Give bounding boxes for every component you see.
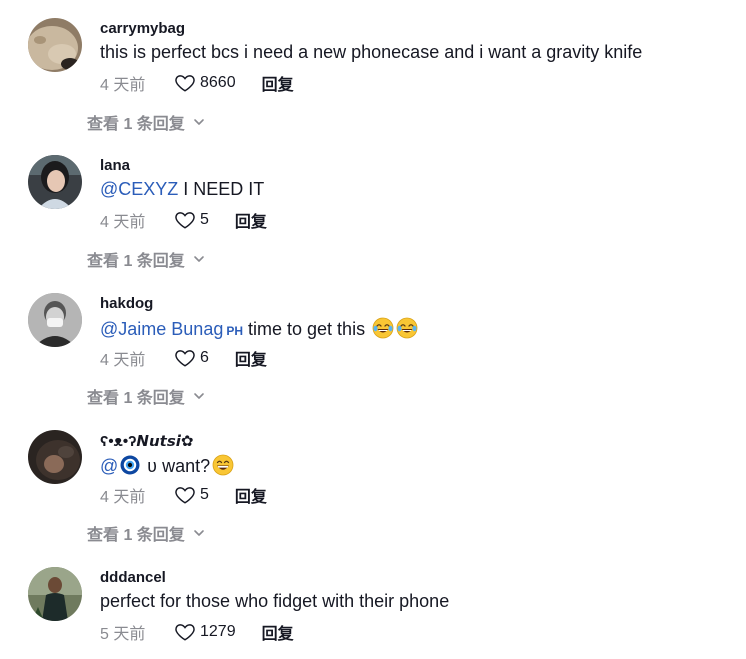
- view-replies-label: 查看 1 条回复: [87, 390, 185, 407]
- timestamp: 4 天前: [100, 77, 146, 94]
- timestamp: 4 天前: [100, 489, 146, 506]
- view-replies-button[interactable]: 查看 1 条回复: [87, 522, 206, 544]
- username[interactable]: carrymybag: [100, 20, 185, 37]
- comments-panel: carrymybag this is perfect bcs i need a …: [0, 0, 746, 659]
- like-count: 1279: [200, 623, 236, 640]
- heart-outline-icon: [175, 75, 195, 92]
- avatar[interactable]: [28, 567, 82, 621]
- chevron-down-icon: [193, 119, 204, 125]
- avatar[interactable]: [28, 430, 82, 484]
- comment-meta: 4 天前 8660 回复: [100, 71, 294, 95]
- username[interactable]: dddancel: [100, 569, 166, 586]
- comment-meta: 4 天前 5 回复: [100, 208, 267, 232]
- view-replies-label: 查看 1 条回复: [87, 253, 185, 270]
- mention-link[interactable]: @CEXYZ: [100, 179, 178, 199]
- heart-outline-icon: [175, 212, 195, 229]
- like-button[interactable]: 5: [174, 209, 209, 231]
- comment-body: time to get this: [243, 319, 371, 339]
- heart-outline-icon: [175, 487, 195, 504]
- tears-of-joy-emoji: [372, 317, 394, 339]
- mention-link[interactable]: @: [100, 456, 118, 476]
- like-count: 5: [200, 211, 209, 228]
- timestamp: 4 天前: [100, 352, 146, 369]
- grinning-emoji: [212, 454, 234, 476]
- comment-text: @ ʋ want?: [100, 454, 234, 477]
- reply-button[interactable]: 回复: [235, 346, 267, 370]
- comment-text: @CEXYZ I NEED IT: [100, 179, 264, 200]
- view-replies-button[interactable]: 查看 1 条回复: [87, 111, 206, 133]
- like-button[interactable]: 1279: [174, 621, 236, 643]
- comment-text: this is perfect bcs i need a new phoneca…: [100, 42, 643, 62]
- heart-outline-icon: [175, 350, 195, 367]
- tears-of-joy-emoji: [396, 317, 418, 339]
- nazar-amulet-emoji: [120, 455, 140, 475]
- reply-button[interactable]: 回复: [235, 483, 267, 507]
- chevron-down-icon: [193, 393, 204, 399]
- reply-button[interactable]: 回复: [262, 71, 294, 95]
- avatar[interactable]: [28, 155, 82, 209]
- timestamp: 5 天前: [100, 626, 146, 643]
- like-button[interactable]: 6: [174, 347, 209, 369]
- chevron-down-icon: [193, 530, 204, 536]
- avatar[interactable]: [28, 18, 82, 72]
- avatar[interactable]: [28, 293, 82, 347]
- comment-meta: 4 天前 6 回复: [100, 346, 267, 370]
- comment-meta: 5 天前 1279 回复: [100, 620, 294, 644]
- mention-badge: PH: [226, 324, 244, 338]
- username[interactable]: hakdog: [100, 295, 153, 312]
- view-replies-button[interactable]: 查看 1 条回复: [87, 385, 206, 407]
- username[interactable]: ʕ•ᴥ•ʔ𝙉𝙪𝙩𝙨𝙞✿: [100, 432, 193, 450]
- like-count: 5: [200, 486, 209, 503]
- reply-button[interactable]: 回复: [262, 620, 294, 644]
- timestamp: 4 天前: [100, 214, 146, 231]
- like-button[interactable]: 8660: [174, 72, 236, 94]
- heart-outline-icon: [175, 624, 195, 641]
- view-replies-label: 查看 1 条回复: [87, 116, 185, 133]
- like-count: 8660: [200, 74, 236, 91]
- comment-text: @Jaime Bunag PH time to get this: [100, 317, 418, 340]
- username[interactable]: lana: [100, 157, 130, 174]
- mention-link[interactable]: @Jaime Bunag: [100, 319, 223, 339]
- comment-text: perfect for those who fidget with their …: [100, 591, 450, 611]
- comment-body: I NEED IT: [178, 179, 265, 199]
- comment-meta: 4 天前 5 回复: [100, 483, 267, 507]
- view-replies-label: 查看 1 条回复: [87, 527, 185, 544]
- comment-body: ʋ want?: [142, 456, 211, 476]
- view-replies-button[interactable]: 查看 1 条回复: [87, 248, 206, 270]
- like-button[interactable]: 5: [174, 484, 209, 506]
- chevron-down-icon: [193, 256, 204, 262]
- like-count: 6: [200, 349, 209, 366]
- reply-button[interactable]: 回复: [235, 208, 267, 232]
